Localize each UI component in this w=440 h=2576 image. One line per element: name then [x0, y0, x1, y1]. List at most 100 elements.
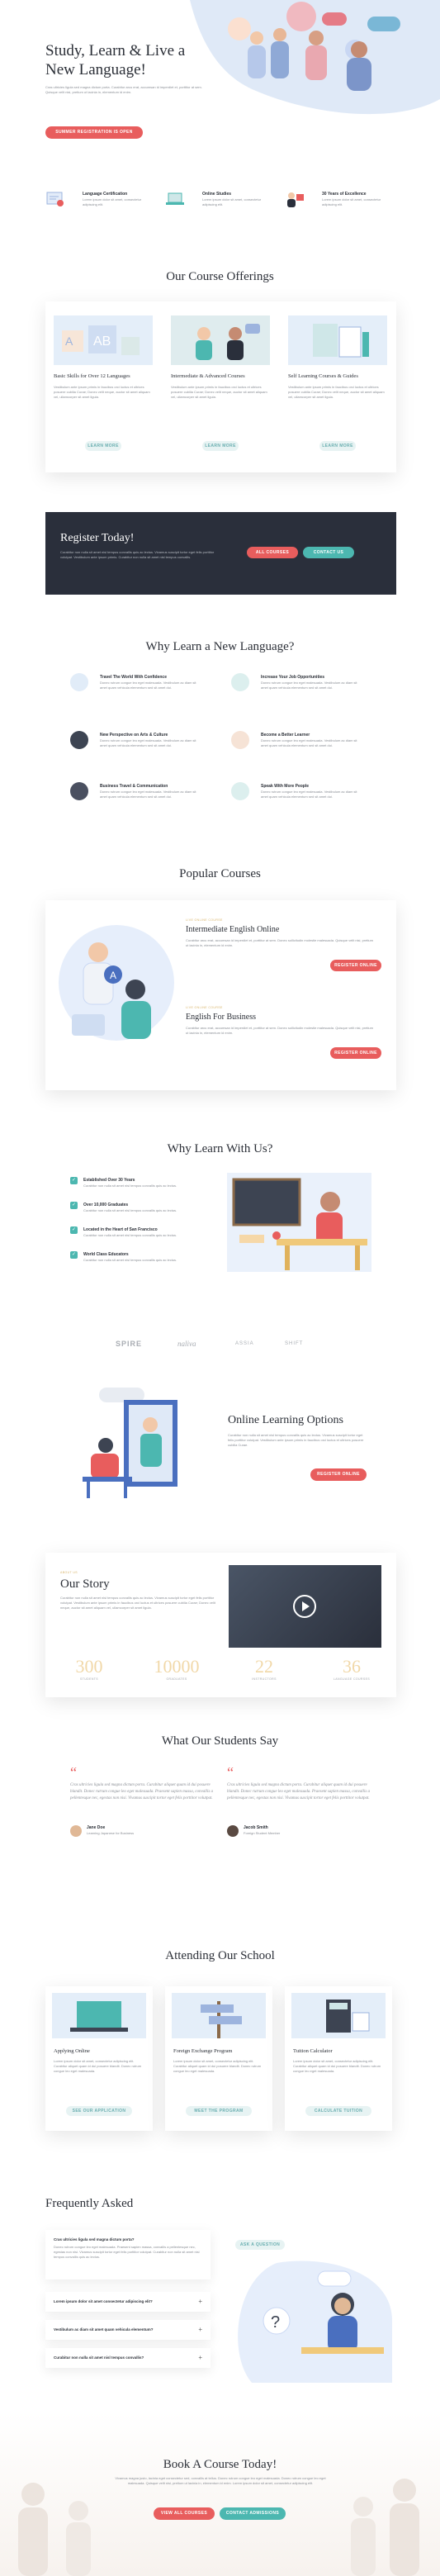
check-icon: ✓ — [70, 1177, 78, 1184]
faq-question[interactable]: Lorem ipsum dolor sit amet consectetur a… — [54, 2299, 153, 2303]
stat-number: 300 — [75, 1656, 103, 1677]
why-us-item: ✓ Established Over 30 Years Curabitur no… — [70, 1177, 219, 1202]
plus-icon[interactable]: + — [198, 2298, 202, 2305]
stat-item: 10000 Graduates — [133, 1656, 220, 1681]
why-language-title: Why Learn a New Language? — [145, 640, 295, 653]
item-text: Donec rutrum congue leo eget malesuada. … — [100, 738, 196, 747]
item-text: Donec rutrum congue leo eget malesuada. … — [261, 681, 357, 690]
why-language-item: Increase Your Job Opportunities Donec ru… — [231, 673, 376, 710]
feature-title: Online Studies — [202, 192, 232, 197]
course-title: English For Business — [186, 1013, 257, 1022]
testimonial: “ Cras ultricies ligula sed magna dictum… — [70, 1764, 219, 1842]
abc-blocks-illustration: A AB — [54, 315, 153, 365]
online-text: Curabitur non nulla sit amet nisl tempus… — [228, 1433, 364, 1447]
faq-open-item[interactable]: Cras ultricies ligula sed magna dictum p… — [45, 2230, 211, 2279]
item-title: Business Travel & Communication — [100, 784, 168, 789]
story-video[interactable] — [229, 1565, 381, 1648]
faq-question[interactable]: Cras ultricies ligula sed magna dictum p… — [54, 2237, 135, 2242]
item-title: Increase Your Job Opportunities — [261, 675, 325, 680]
faq-item[interactable]: Curabitur non nulla sit amet nisl tempus… — [45, 2348, 211, 2368]
attending-title: Attending Our School — [165, 1949, 275, 1962]
online-learning-illustration — [83, 1388, 177, 1498]
faq-illustration: ? — [238, 2261, 392, 2383]
offering-text: Vestibulum ante ipsum primis in faucibus… — [288, 385, 385, 399]
item-text: Donec rutrum congue leo eget malesuada. … — [100, 681, 196, 690]
partner-logo: ASSIA — [235, 1341, 254, 1346]
laptop-illustration — [52, 1993, 146, 2038]
attending-card: Applying Online Lorem ipsum dolor sit am… — [45, 1986, 153, 2131]
stat-label: Graduates — [166, 1677, 187, 1681]
faq-question[interactable]: Vestibulum ac diam sit amet quam vehicul… — [54, 2327, 154, 2332]
offering-title: Intermediate & Advanced Courses — [171, 373, 245, 379]
item-title: Travel The World With Confidence — [100, 675, 167, 680]
svg-text:A: A — [65, 334, 73, 348]
faq-item[interactable]: Lorem ipsum dolor sit amet consectetur a… — [45, 2292, 211, 2312]
contact-us-button[interactable]: Contact Us — [303, 547, 354, 558]
course-text: Curabitur arcu erat, accumsan id imperdi… — [186, 1026, 373, 1035]
register-online-button[interactable]: Register Online — [330, 1047, 381, 1059]
popular-title: Popular Courses — [179, 867, 261, 880]
item-text: Curabitur non nulla sit amet nisl tempus… — [83, 1233, 177, 1237]
testimonial: “ Cras ultricies ligula sed magna dictum… — [227, 1764, 376, 1842]
story-text: Curabitur non nulla sit amet nisl tempus… — [60, 1596, 215, 1610]
signpost-illustration — [172, 1993, 266, 2038]
teacher-icon — [287, 192, 304, 207]
feature-title: Language Certification — [83, 192, 128, 197]
faq-item[interactable]: Vestibulum ac diam sit amet quam vehicul… — [45, 2320, 211, 2340]
why-language-item: Become a Better Learner Donec rutrum con… — [231, 731, 376, 768]
stat-item: 22 Instructors — [220, 1656, 308, 1681]
testimonial-quote: Cras ultricies ligula sed magna dictum p… — [227, 1783, 371, 1800]
partner-logo: SHIFT — [285, 1341, 304, 1346]
application-button[interactable]: See Our Application — [66, 2106, 132, 2116]
register-text: Curabitur non nulla sit amet nisl tempus… — [60, 550, 215, 559]
story-card: About Us Our Story Curabitur non nulla s… — [45, 1553, 396, 1697]
stat-number: 22 — [255, 1656, 273, 1677]
register-banner: Register Today! Curabitur non nulla sit … — [45, 512, 396, 595]
svg-text:AB: AB — [93, 334, 111, 349]
stat-item: 36 Language Courses — [308, 1656, 395, 1681]
plus-icon[interactable]: + — [198, 2326, 202, 2333]
all-courses-button[interactable]: All Courses — [247, 547, 298, 558]
feature-text: Lorem ipsum dolor sit amet, consectetur … — [322, 197, 381, 206]
register-title: Register Today! — [60, 532, 135, 544]
course-text: Curabitur arcu erat, accumsan id imperdi… — [186, 938, 373, 947]
book-section: Book A Course Today! Vivamus magna justo… — [0, 2412, 440, 2576]
story-title: Our Story — [60, 1577, 110, 1591]
certificate-icon — [46, 192, 64, 206]
contact-admissions-button[interactable]: Contact Admissions — [220, 2507, 286, 2520]
item-title: World Class Educators — [83, 1252, 129, 1257]
play-icon[interactable] — [292, 1594, 317, 1619]
offerings-title: Our Course Offerings — [166, 270, 274, 283]
story-tag: About Us — [60, 1571, 78, 1574]
learn-more-button[interactable]: Learn More — [202, 441, 239, 451]
svg-text:A: A — [110, 970, 116, 981]
quote-icon: “ — [70, 1764, 77, 1781]
plus-icon[interactable]: + — [198, 2354, 202, 2361]
program-button[interactable]: Meet the Program — [186, 2106, 252, 2116]
ask-question-button[interactable]: Ask a Question — [235, 2240, 285, 2250]
item-text: Donec rutrum congue leo eget malesuada. … — [100, 790, 196, 799]
stat-label: Instructors — [252, 1677, 277, 1681]
register-online-button[interactable]: Register Online — [330, 960, 381, 971]
book-title: Book A Course Today! — [163, 2458, 277, 2471]
summer-registration-button[interactable]: Summer Registration is Open — [45, 126, 143, 139]
tutoring-illustration: A — [59, 925, 174, 1041]
popular-card: A Live Online Course Intermediate Englis… — [45, 900, 396, 1090]
stat-label: Language Courses — [333, 1677, 371, 1681]
view-all-courses-button[interactable]: View All Courses — [154, 2507, 215, 2520]
attending-item-text: Lorem ipsum dolor sit amet, consectetur … — [293, 2059, 381, 2073]
register-online-button[interactable]: Register Online — [310, 1468, 367, 1481]
feature-text: Lorem ipsum dolor sit amet, consectetur … — [202, 197, 262, 206]
why-us-list: ✓ Established Over 30 Years Curabitur no… — [70, 1177, 219, 1284]
faq-question[interactable]: Curabitur non nulla sit amet nisl tempus… — [54, 2355, 144, 2360]
check-icon: ✓ — [70, 1251, 78, 1259]
testimonial-role: Foreign Student Member — [244, 1831, 281, 1835]
tuition-button[interactable]: Calculate Tuition — [305, 2106, 371, 2116]
item-title: Located in the Heart of San Francisco — [83, 1227, 158, 1232]
learn-more-button[interactable]: Learn More — [85, 441, 121, 451]
attending-card: Tuition Calculator Lorem ipsum dolor sit… — [285, 1986, 392, 2131]
svg-text:?: ? — [271, 2313, 280, 2332]
item-title: Established Over 30 Years — [83, 1178, 135, 1183]
attending-item-title: Tuition Calculator — [293, 2048, 333, 2054]
learn-more-button[interactable]: Learn More — [319, 441, 356, 451]
